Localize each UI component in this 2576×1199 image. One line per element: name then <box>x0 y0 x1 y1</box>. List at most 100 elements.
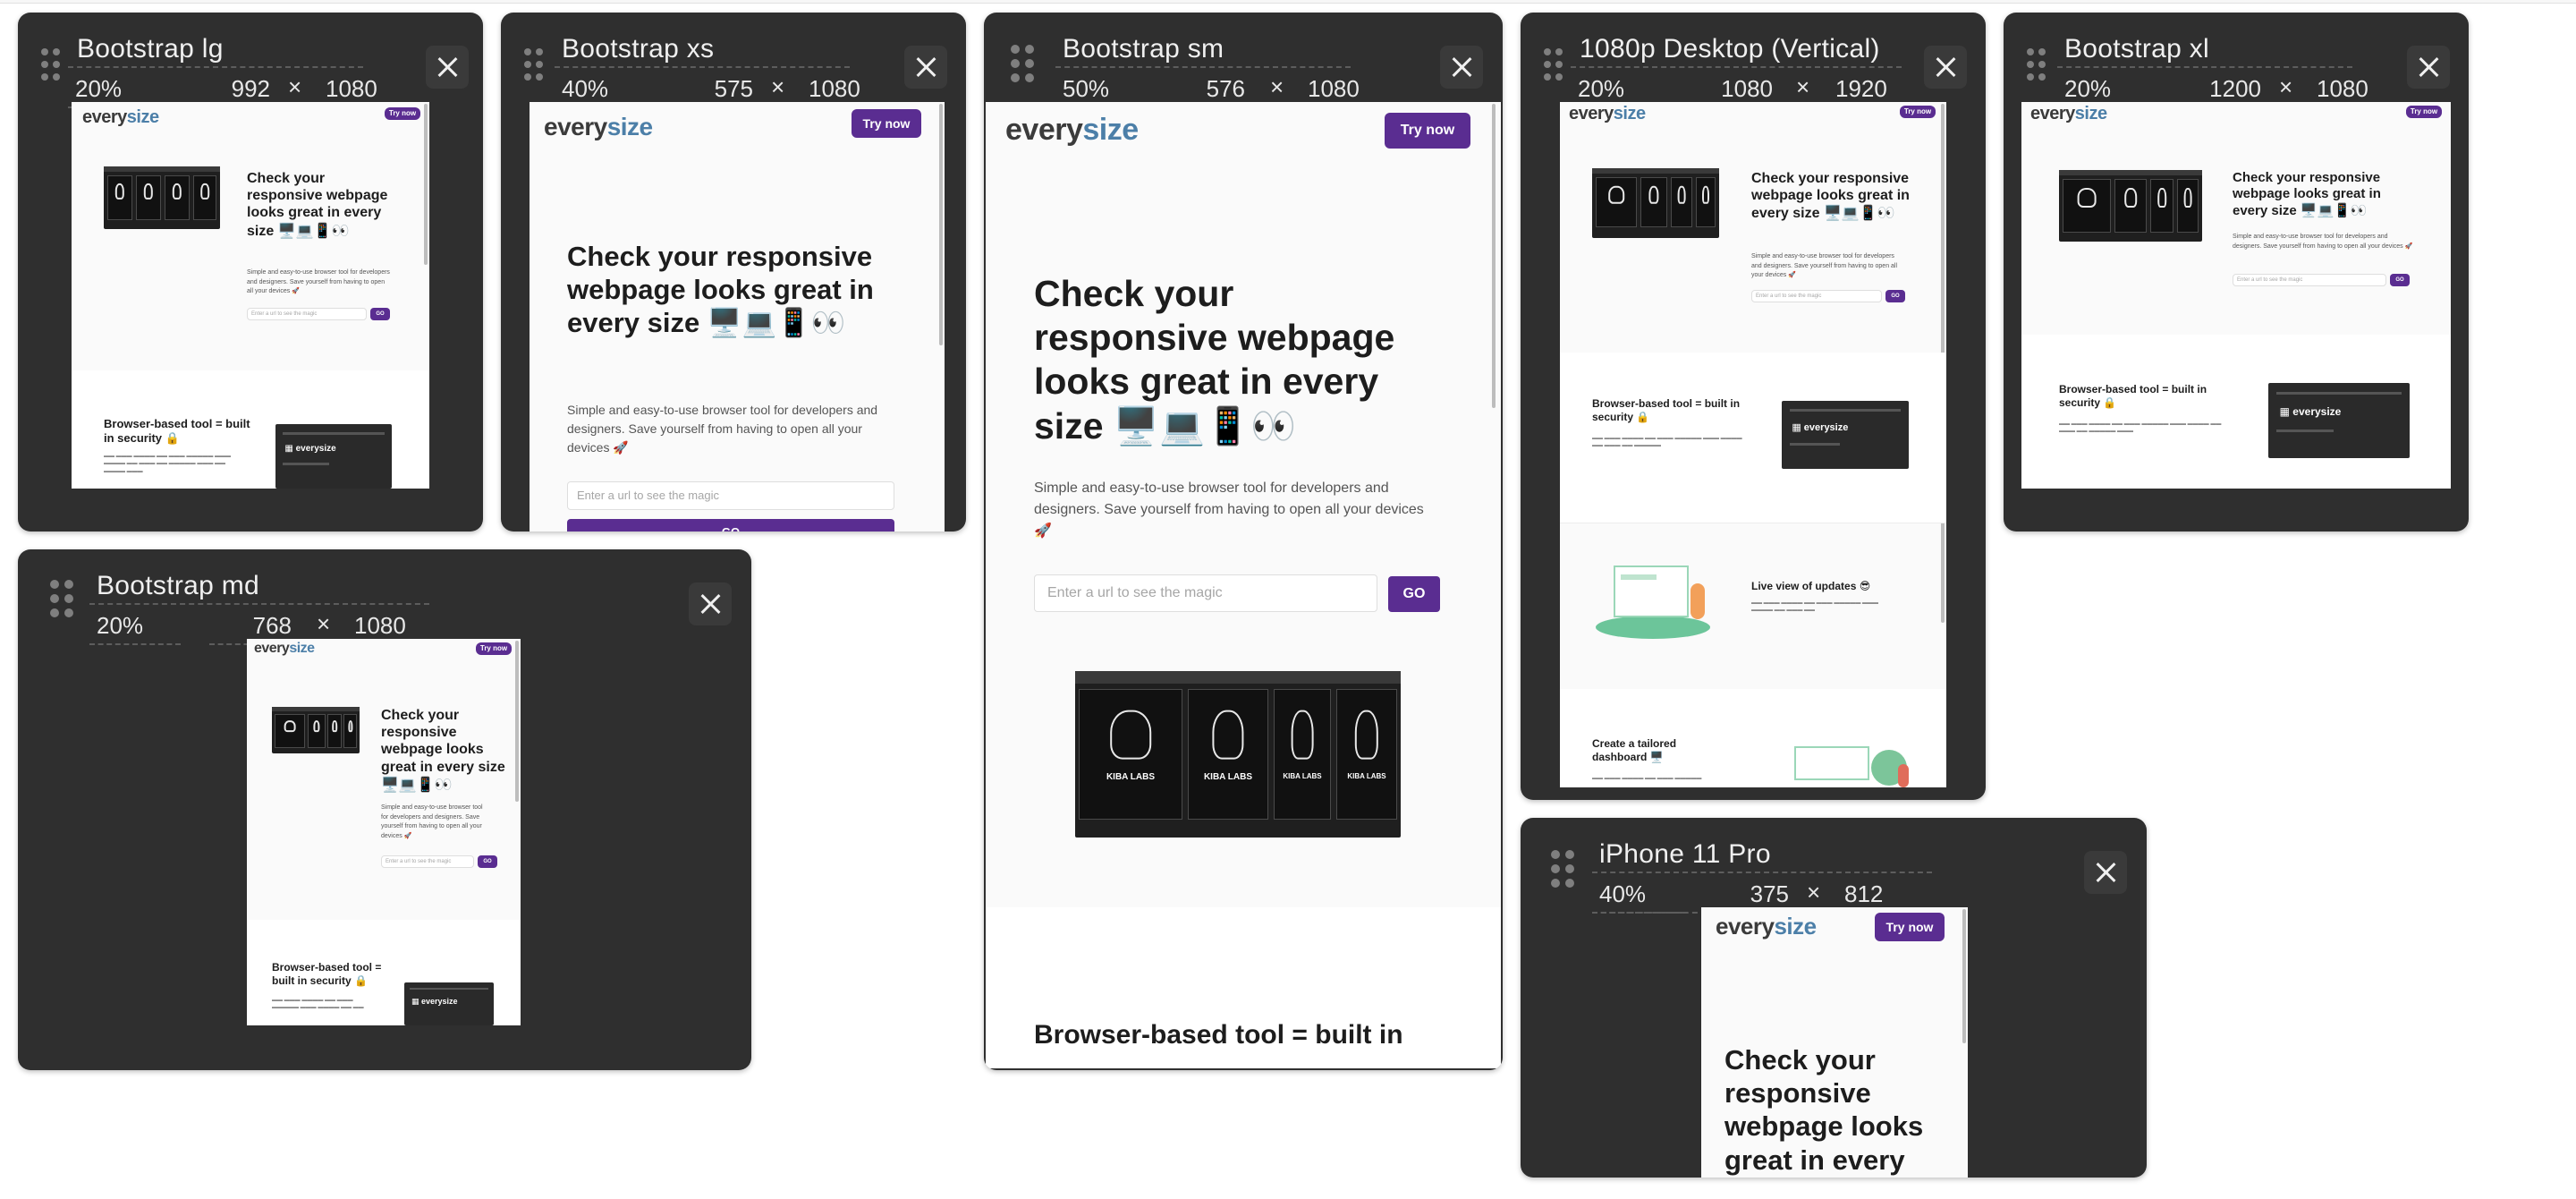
hero-lead: Simple and easy-to-use browser tool for … <box>567 403 878 455</box>
section-title: Browser-based tool = built in security 🔒 <box>272 961 382 987</box>
section-title: Create a tailored dashboard 🖥️ <box>1592 737 1677 763</box>
dimension-separator: × <box>317 610 331 637</box>
device-panel-bootstrap-xs: Bootstrap xs 40% 575 × 1080 everysize Tr… <box>501 13 966 531</box>
site-logo[interactable]: everysize <box>1716 913 1817 940</box>
drag-handle-icon[interactable] <box>524 48 544 81</box>
section-title: Live view of updates 😎 <box>1751 580 1871 592</box>
device-panel-bootstrap-lg: Bootstrap lg 20% 992 × 1080 everysize Tr… <box>18 13 483 531</box>
panel-title[interactable]: iPhone 11 Pro <box>1599 839 1771 870</box>
device-panel-bootstrap-md: Bootstrap md 20% 768 × 1080 everysize Tr… <box>18 549 751 1070</box>
site-logo[interactable]: everysize <box>544 113 653 141</box>
dimension-separator: × <box>771 73 785 100</box>
hero-screenshot <box>2059 170 2202 242</box>
panel-header: Bootstrap md 20% 768 × 1080 <box>18 549 751 645</box>
panel-title[interactable]: Bootstrap sm <box>1063 34 1224 64</box>
try-now-button[interactable]: Try now <box>1385 113 1470 149</box>
panel-header: 1080p Desktop (Vertical) 20% 1080 × 1920 <box>1521 13 1986 108</box>
dimension-separator: × <box>1270 73 1284 100</box>
url-input[interactable]: Enter a url to see the magic <box>1751 290 1882 302</box>
try-now-button[interactable]: Try now <box>1875 913 1945 941</box>
try-now-button[interactable]: Try now <box>2406 106 2442 118</box>
hero-screenshot <box>104 166 220 229</box>
close-icon[interactable] <box>434 54 461 81</box>
close-icon[interactable] <box>1932 54 1959 81</box>
hero-lead: Simple and easy-to-use browser tool for … <box>381 804 483 839</box>
dimension-separator: × <box>288 73 302 100</box>
go-button[interactable]: GO <box>2390 274 2410 286</box>
go-button[interactable]: GO <box>370 308 390 320</box>
dashboard-screenshot: ▦ everysize <box>275 424 392 489</box>
try-now-button[interactable]: Try now <box>476 642 512 655</box>
panel-header: Bootstrap xs 40% 575 × 1080 <box>501 13 966 108</box>
device-panel-1080p-desktop-vertical: 1080p Desktop (Vertical) 20% 1080 × 1920… <box>1521 13 1986 800</box>
viewport-frame[interactable]: everysize Try now Check your responsive … <box>1701 907 1968 1178</box>
panel-title[interactable]: Bootstrap xl <box>2064 34 2209 64</box>
panel-title[interactable]: Bootstrap md <box>97 571 259 601</box>
url-input[interactable]: Enter a url to see the magic <box>1034 574 1377 612</box>
dashboard-screenshot: ▦ everysize <box>1782 401 1909 469</box>
url-input[interactable]: Enter a url to see the magic <box>247 308 367 320</box>
panel-title[interactable]: 1080p Desktop (Vertical) <box>1580 34 1880 64</box>
dashboard-screenshot: ▦ everysize <box>404 982 494 1025</box>
site-logo[interactable]: everysize <box>1569 104 1646 124</box>
url-input[interactable]: Enter a url to see the magic <box>2233 274 2386 286</box>
zoom-input[interactable]: 20% <box>89 612 181 645</box>
close-icon[interactable] <box>2092 859 2119 886</box>
go-button[interactable]: GO <box>1885 290 1905 302</box>
section-title: Browser-based tool = built in <box>1034 1020 1403 1050</box>
hero-lead: Simple and easy-to-use browser tool for … <box>1034 480 1424 539</box>
hero-title: Check your responsive webpage looks grea… <box>247 171 388 239</box>
try-now-button[interactable]: Try now <box>1900 106 1936 118</box>
dimension-separator: × <box>1796 73 1810 100</box>
viewport-frame[interactable]: everysize Try now Check your responsive … <box>2021 102 2451 489</box>
hero-lead: Simple and easy-to-use browser tool for … <box>247 269 390 294</box>
close-icon[interactable] <box>1448 54 1475 81</box>
hero-screenshot <box>272 707 360 753</box>
go-button[interactable]: GO <box>478 855 497 868</box>
site-logo[interactable]: everysize <box>82 107 159 128</box>
drag-handle-icon[interactable] <box>50 580 73 617</box>
panel-header: Bootstrap sm 50% 576 × 1080 <box>984 13 1503 108</box>
section-title: Browser-based tool = built in security 🔒 <box>2059 383 2207 409</box>
drag-handle-icon[interactable] <box>2027 48 2046 81</box>
drag-handle-icon[interactable] <box>1544 48 1563 81</box>
viewport-frame[interactable]: everysize Try now Check your responsive … <box>72 102 429 489</box>
device-panel-iphone-11-pro: iPhone 11 Pro 40% 375 × 812 everysize Tr… <box>1521 818 2147 1178</box>
hero-screenshot <box>1592 168 1719 238</box>
panel-title[interactable]: Bootstrap xs <box>562 34 714 64</box>
viewport-frame[interactable]: everysize Try now Check your responsive … <box>247 639 521 1025</box>
top-divider <box>0 0 2576 4</box>
device-panel-bootstrap-xl: Bootstrap xl 20% 1200 × 1080 everysize T… <box>2004 13 2469 531</box>
viewport-frame[interactable]: everysize Try now Check your responsive … <box>530 102 945 531</box>
site-logo[interactable]: everysize <box>254 641 315 657</box>
viewport-frame[interactable]: everysize Try now Check your responsive … <box>986 102 1501 1068</box>
hero-title: Check your responsive webpage looks grea… <box>567 241 874 340</box>
dimension-separator: × <box>1807 879 1821 906</box>
site-logo[interactable]: everysize <box>2030 104 2107 124</box>
go-button[interactable]: GO <box>567 519 894 531</box>
close-icon[interactable] <box>697 591 724 617</box>
hero-title: Check your responsive webpage looks grea… <box>1751 171 1910 222</box>
url-input[interactable]: Enter a url to see the magic <box>567 481 894 510</box>
close-icon[interactable] <box>912 54 939 81</box>
close-icon[interactable] <box>2415 54 2442 81</box>
try-now-button[interactable]: Try now <box>385 107 420 120</box>
panel-title[interactable]: Bootstrap lg <box>77 34 224 64</box>
live-view-illustration <box>1590 557 1724 646</box>
hero-title: Check your responsive webpage looks grea… <box>2233 170 2381 218</box>
try-now-button[interactable]: Try now <box>852 109 921 138</box>
viewport-frame[interactable]: everysize Try now Check your responsive … <box>1560 102 1946 787</box>
go-button[interactable]: GO <box>1388 576 1440 612</box>
drag-handle-icon[interactable] <box>1011 45 1034 82</box>
dimension-separator: × <box>2279 73 2293 100</box>
hero-lead: Simple and easy-to-use browser tool for … <box>1751 253 1898 278</box>
panel-header: Bootstrap xl 20% 1200 × 1080 <box>2004 13 2469 108</box>
drag-handle-icon[interactable] <box>41 48 61 81</box>
hero-lead: Simple and easy-to-use browser tool for … <box>2233 234 2413 250</box>
site-logo[interactable]: everysize <box>1005 113 1139 148</box>
panel-header: iPhone 11 Pro 40% 375 × 812 <box>1521 818 2147 914</box>
url-input[interactable]: Enter a url to see the magic <box>381 855 474 868</box>
drag-handle-icon[interactable] <box>1551 850 1574 888</box>
dashboard-screenshot: ▦ everysize <box>2268 383 2410 458</box>
section-title: Browser-based tool = built in security 🔒 <box>1592 397 1741 423</box>
